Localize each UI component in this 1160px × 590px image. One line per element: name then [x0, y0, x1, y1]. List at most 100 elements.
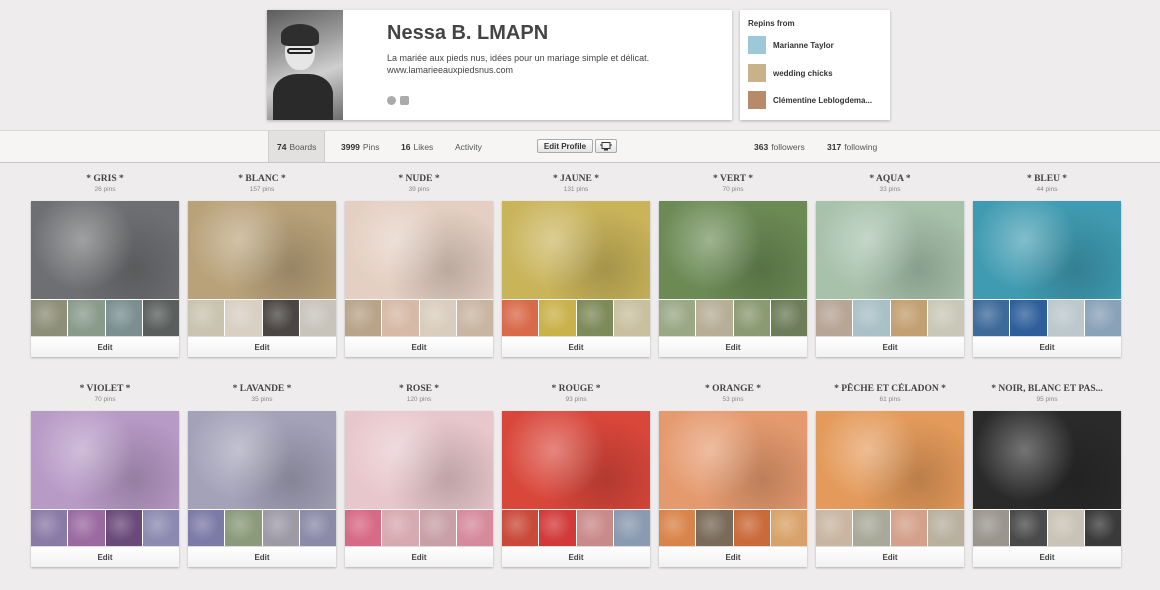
board-card[interactable]: * VERT * 70 pins Edit — [659, 173, 807, 357]
board-cover-image[interactable] — [659, 201, 807, 299]
board-card[interactable]: * BLANC * 157 pins Edit — [188, 173, 336, 357]
board-thumbnail[interactable] — [345, 300, 382, 336]
board-card[interactable]: * GRIS * 26 pins Edit — [31, 173, 179, 357]
board-thumbnail[interactable] — [188, 300, 225, 336]
board-title[interactable]: * GRIS * — [31, 173, 179, 185]
board-thumbnail[interactable] — [1010, 510, 1047, 546]
board-frame[interactable]: Edit — [973, 411, 1121, 567]
profile-website-link[interactable]: www.lamarieeauxpiedsnus.com — [387, 64, 717, 76]
following-link[interactable]: 317 following — [827, 131, 877, 162]
board-thumbnail[interactable] — [502, 300, 539, 336]
edit-profile-button[interactable]: Edit Profile — [537, 139, 593, 153]
board-frame[interactable]: Edit — [659, 411, 807, 567]
board-cover-image[interactable] — [502, 201, 650, 299]
board-card[interactable]: * ROSE * 120 pins Edit — [345, 383, 493, 567]
board-thumbnail[interactable] — [927, 510, 964, 546]
board-edit-button[interactable]: Edit — [345, 546, 493, 567]
board-thumbnail[interactable] — [1010, 300, 1047, 336]
board-thumbnail[interactable] — [382, 510, 419, 546]
board-thumbnail[interactable] — [816, 300, 853, 336]
tab-pins[interactable]: 3999 Pins — [341, 131, 379, 162]
board-thumbnail[interactable] — [105, 300, 142, 336]
avatar[interactable] — [267, 10, 343, 120]
board-card[interactable]: * AQUA * 33 pins Edit — [816, 173, 964, 357]
board-frame[interactable]: Edit — [816, 201, 964, 357]
board-thumbnail[interactable] — [188, 510, 225, 546]
board-edit-button[interactable]: Edit — [816, 336, 964, 357]
tab-activity[interactable]: Activity — [455, 131, 482, 162]
board-frame[interactable]: Edit — [188, 201, 336, 357]
board-edit-button[interactable]: Edit — [816, 546, 964, 567]
board-frame[interactable]: Edit — [973, 201, 1121, 357]
board-thumbnail[interactable] — [225, 510, 262, 546]
board-card[interactable]: * NUDE * 39 pins Edit — [345, 173, 493, 357]
board-thumbnail[interactable] — [502, 510, 539, 546]
board-title[interactable]: * VERT * — [659, 173, 807, 185]
board-thumbnail[interactable] — [142, 300, 179, 336]
board-card[interactable]: * VIOLET * 70 pins Edit — [31, 383, 179, 567]
repin-source-item[interactable]: Clémentine Leblogdema... — [748, 91, 872, 109]
board-thumbnail[interactable] — [262, 300, 299, 336]
board-title[interactable]: * NOIR, BLANC ET PAS... — [973, 383, 1121, 395]
board-edit-button[interactable]: Edit — [502, 336, 650, 357]
board-thumbnail[interactable] — [31, 510, 68, 546]
board-thumbnail[interactable] — [539, 510, 576, 546]
board-cover-image[interactable] — [973, 411, 1121, 509]
board-card[interactable]: * BLEU * 44 pins Edit — [973, 173, 1121, 357]
board-frame[interactable]: Edit — [31, 411, 179, 567]
board-title[interactable]: * ROSE * — [345, 383, 493, 395]
board-thumbnail[interactable] — [299, 510, 336, 546]
board-frame[interactable]: Edit — [502, 411, 650, 567]
board-cover-image[interactable] — [31, 411, 179, 509]
board-cover-image[interactable] — [973, 201, 1121, 299]
board-thumbnail[interactable] — [890, 510, 927, 546]
tab-likes[interactable]: 16 Likes — [401, 131, 433, 162]
board-title[interactable]: * ROUGE * — [502, 383, 650, 395]
board-frame[interactable]: Edit — [345, 411, 493, 567]
board-thumbnail[interactable] — [853, 300, 890, 336]
board-edit-button[interactable]: Edit — [502, 546, 650, 567]
board-thumbnail[interactable] — [927, 300, 964, 336]
board-thumbnail[interactable] — [262, 510, 299, 546]
board-frame[interactable]: Edit — [31, 201, 179, 357]
board-edit-button[interactable]: Edit — [345, 336, 493, 357]
board-thumbnail[interactable] — [973, 510, 1010, 546]
board-thumbnail[interactable] — [659, 300, 696, 336]
board-thumbnail[interactable] — [816, 510, 853, 546]
board-frame[interactable]: Edit — [816, 411, 964, 567]
board-thumbnail[interactable] — [576, 300, 613, 336]
board-thumbnail[interactable] — [733, 300, 770, 336]
board-title[interactable]: * AQUA * — [816, 173, 964, 185]
board-cover-image[interactable] — [659, 411, 807, 509]
board-edit-button[interactable]: Edit — [188, 336, 336, 357]
board-card[interactable]: * NOIR, BLANC ET PAS... 95 pins Edit — [973, 383, 1121, 567]
board-thumbnail[interactable] — [1047, 510, 1084, 546]
board-frame[interactable]: Edit — [659, 201, 807, 357]
profile-layout-button[interactable] — [595, 139, 617, 153]
board-frame[interactable]: Edit — [188, 411, 336, 567]
board-thumbnail[interactable] — [613, 510, 650, 546]
board-frame[interactable]: Edit — [502, 201, 650, 357]
board-edit-button[interactable]: Edit — [659, 336, 807, 357]
tab-boards[interactable]: 74 Boards — [268, 131, 326, 162]
board-thumbnail[interactable] — [1047, 300, 1084, 336]
board-cover-image[interactable] — [345, 201, 493, 299]
board-card[interactable]: * JAUNE * 131 pins Edit — [502, 173, 650, 357]
board-title[interactable]: * JAUNE * — [502, 173, 650, 185]
board-thumbnail[interactable] — [659, 510, 696, 546]
board-thumbnail[interactable] — [770, 300, 807, 336]
board-thumbnail[interactable] — [539, 300, 576, 336]
board-thumbnail[interactable] — [225, 300, 262, 336]
board-thumbnail[interactable] — [853, 510, 890, 546]
board-cover-image[interactable] — [188, 411, 336, 509]
globe-icon[interactable] — [387, 96, 396, 105]
board-cover-image[interactable] — [502, 411, 650, 509]
board-thumbnail[interactable] — [770, 510, 807, 546]
board-title[interactable]: * ORANGE * — [659, 383, 807, 395]
board-cover-image[interactable] — [31, 201, 179, 299]
board-thumbnail[interactable] — [142, 510, 179, 546]
board-cover-image[interactable] — [816, 411, 964, 509]
board-edit-button[interactable]: Edit — [188, 546, 336, 567]
board-cover-image[interactable] — [188, 201, 336, 299]
board-thumbnail[interactable] — [456, 510, 493, 546]
